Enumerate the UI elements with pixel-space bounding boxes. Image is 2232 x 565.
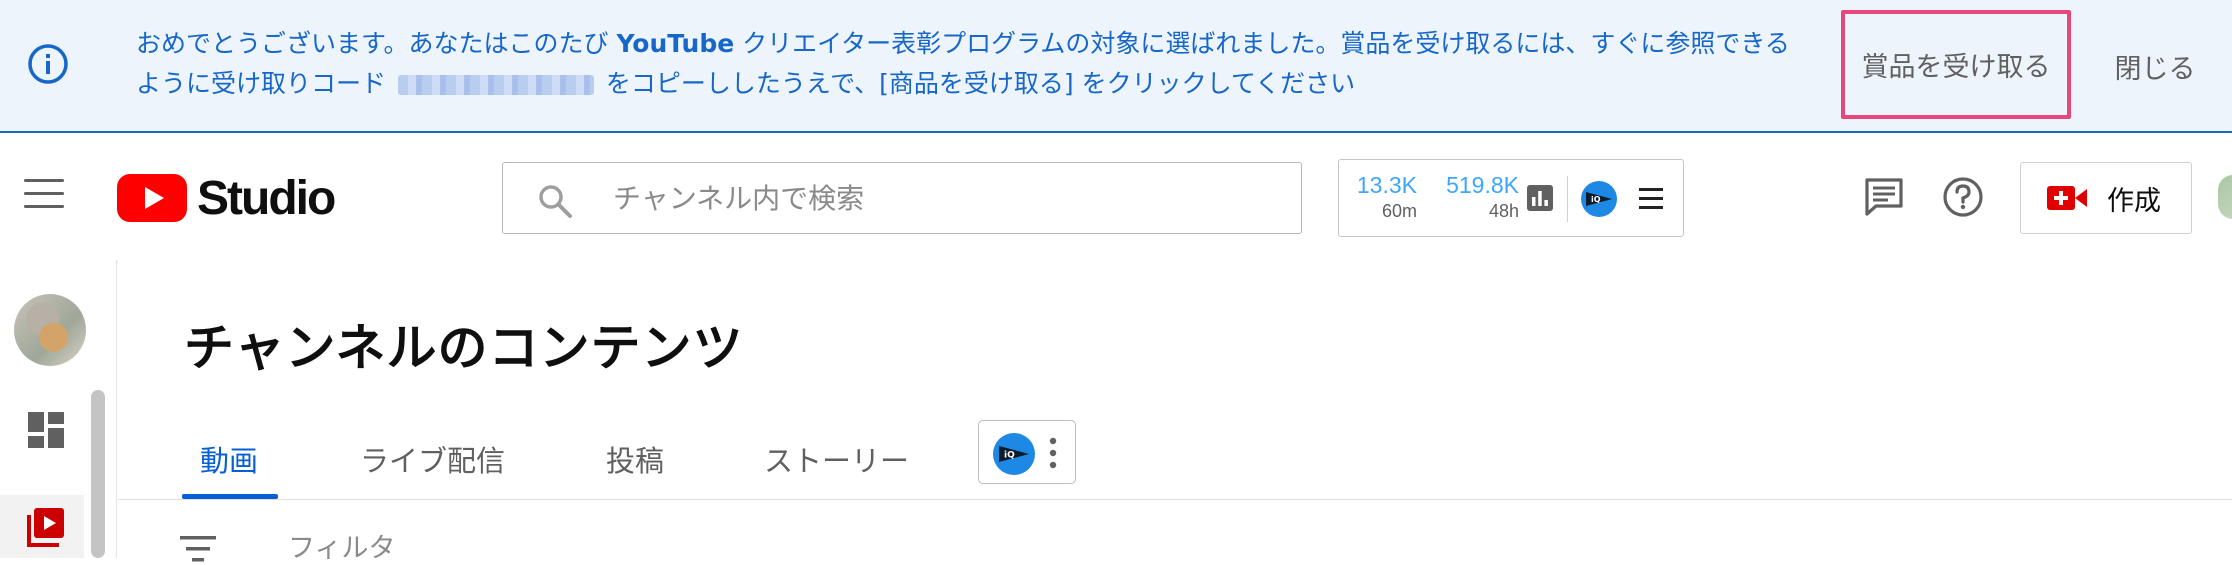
redacted-claim-code xyxy=(397,75,594,95)
banner-message: おめでとうございます。あなたはこのたび YouTube クリエイター表彰プログラ… xyxy=(136,24,1796,104)
svg-text:iQ: iQ xyxy=(1591,195,1601,204)
notification-banner: おめでとうございます。あなたはこのたび YouTube クリエイター表彰プログラ… xyxy=(0,0,2232,133)
banner-message-suffix: をコピーししたうえで、[商品を受け取る] をクリックしてください xyxy=(605,69,1356,98)
iq-extension-icon: iQ xyxy=(993,433,1035,475)
youtube-logo-icon xyxy=(117,174,187,222)
svg-text:iQ: iQ xyxy=(1004,451,1015,461)
create-button[interactable]: 作成 xyxy=(2020,162,2192,234)
search-input[interactable] xyxy=(613,173,1273,223)
content-tabs: 動画 ライブ配信 投稿 ストーリー iQ xyxy=(118,416,2232,500)
help-icon[interactable] xyxy=(1941,175,1985,219)
dashboard-icon[interactable] xyxy=(26,410,66,450)
iq-badge-icon[interactable]: iQ xyxy=(1581,181,1617,217)
studio-header: Studio 13.3K 60m 519.8K 48h iQ xyxy=(0,135,2232,260)
iq-extension-button[interactable]: iQ xyxy=(978,420,1076,484)
banner-brand: YouTube xyxy=(616,29,735,58)
stat-48h: 519.8K 48h xyxy=(1429,172,1519,224)
active-tab-indicator xyxy=(182,494,278,499)
channel-search[interactable] xyxy=(502,162,1302,234)
stat-60m: 13.3K 60m xyxy=(1347,172,1417,224)
comment-icon[interactable] xyxy=(1862,175,1906,219)
search-icon xyxy=(539,185,572,218)
filter-label[interactable]: フィルタ xyxy=(288,526,395,565)
stat-period: 48h xyxy=(1488,201,1519,221)
info-icon xyxy=(28,44,68,84)
channel-avatar[interactable] xyxy=(14,294,86,366)
tab-posts[interactable]: 投稿 xyxy=(606,438,664,480)
stats-divider xyxy=(1567,176,1568,222)
stat-period: 60m xyxy=(1381,201,1417,221)
close-banner-button[interactable]: 閉じる xyxy=(2090,40,2220,92)
content-icon[interactable] xyxy=(26,506,66,548)
tab-live[interactable]: ライブ配信 xyxy=(360,438,505,480)
page-title: チャンネルのコンテンツ xyxy=(184,319,744,377)
stat-value: 13.3K xyxy=(1356,172,1417,198)
tab-stories[interactable]: ストーリー xyxy=(764,438,909,480)
tab-videos[interactable]: 動画 xyxy=(200,438,258,480)
main-content: チャンネルのコンテンツ 動画 ライブ配信 投稿 ストーリー iQ フィルタ xyxy=(118,260,2232,564)
realtime-stats-widget[interactable]: 13.3K 60m 519.8K 48h iQ xyxy=(1338,159,1684,237)
sidebar xyxy=(0,260,117,558)
filter-icon[interactable] xyxy=(178,534,218,564)
more-vert-icon xyxy=(1049,437,1057,469)
hamburger-menu-icon[interactable] xyxy=(24,179,64,213)
claim-prize-button[interactable]: 賞品を受け取る xyxy=(1841,10,2071,119)
account-avatar[interactable] xyxy=(2218,175,2232,219)
youtube-studio-logo[interactable]: Studio xyxy=(117,171,336,225)
stat-value: 519.8K xyxy=(1446,172,1519,198)
sidebar-scrollbar[interactable] xyxy=(91,390,105,558)
menu-icon[interactable] xyxy=(1639,188,1663,210)
bar-chart-icon[interactable] xyxy=(1526,184,1554,212)
logo-text: Studio xyxy=(197,171,336,225)
banner-message-prefix: おめでとうございます。あなたはこのたび xyxy=(136,29,609,58)
create-video-icon xyxy=(2047,186,2087,210)
create-label: 作成 xyxy=(2107,185,2161,217)
